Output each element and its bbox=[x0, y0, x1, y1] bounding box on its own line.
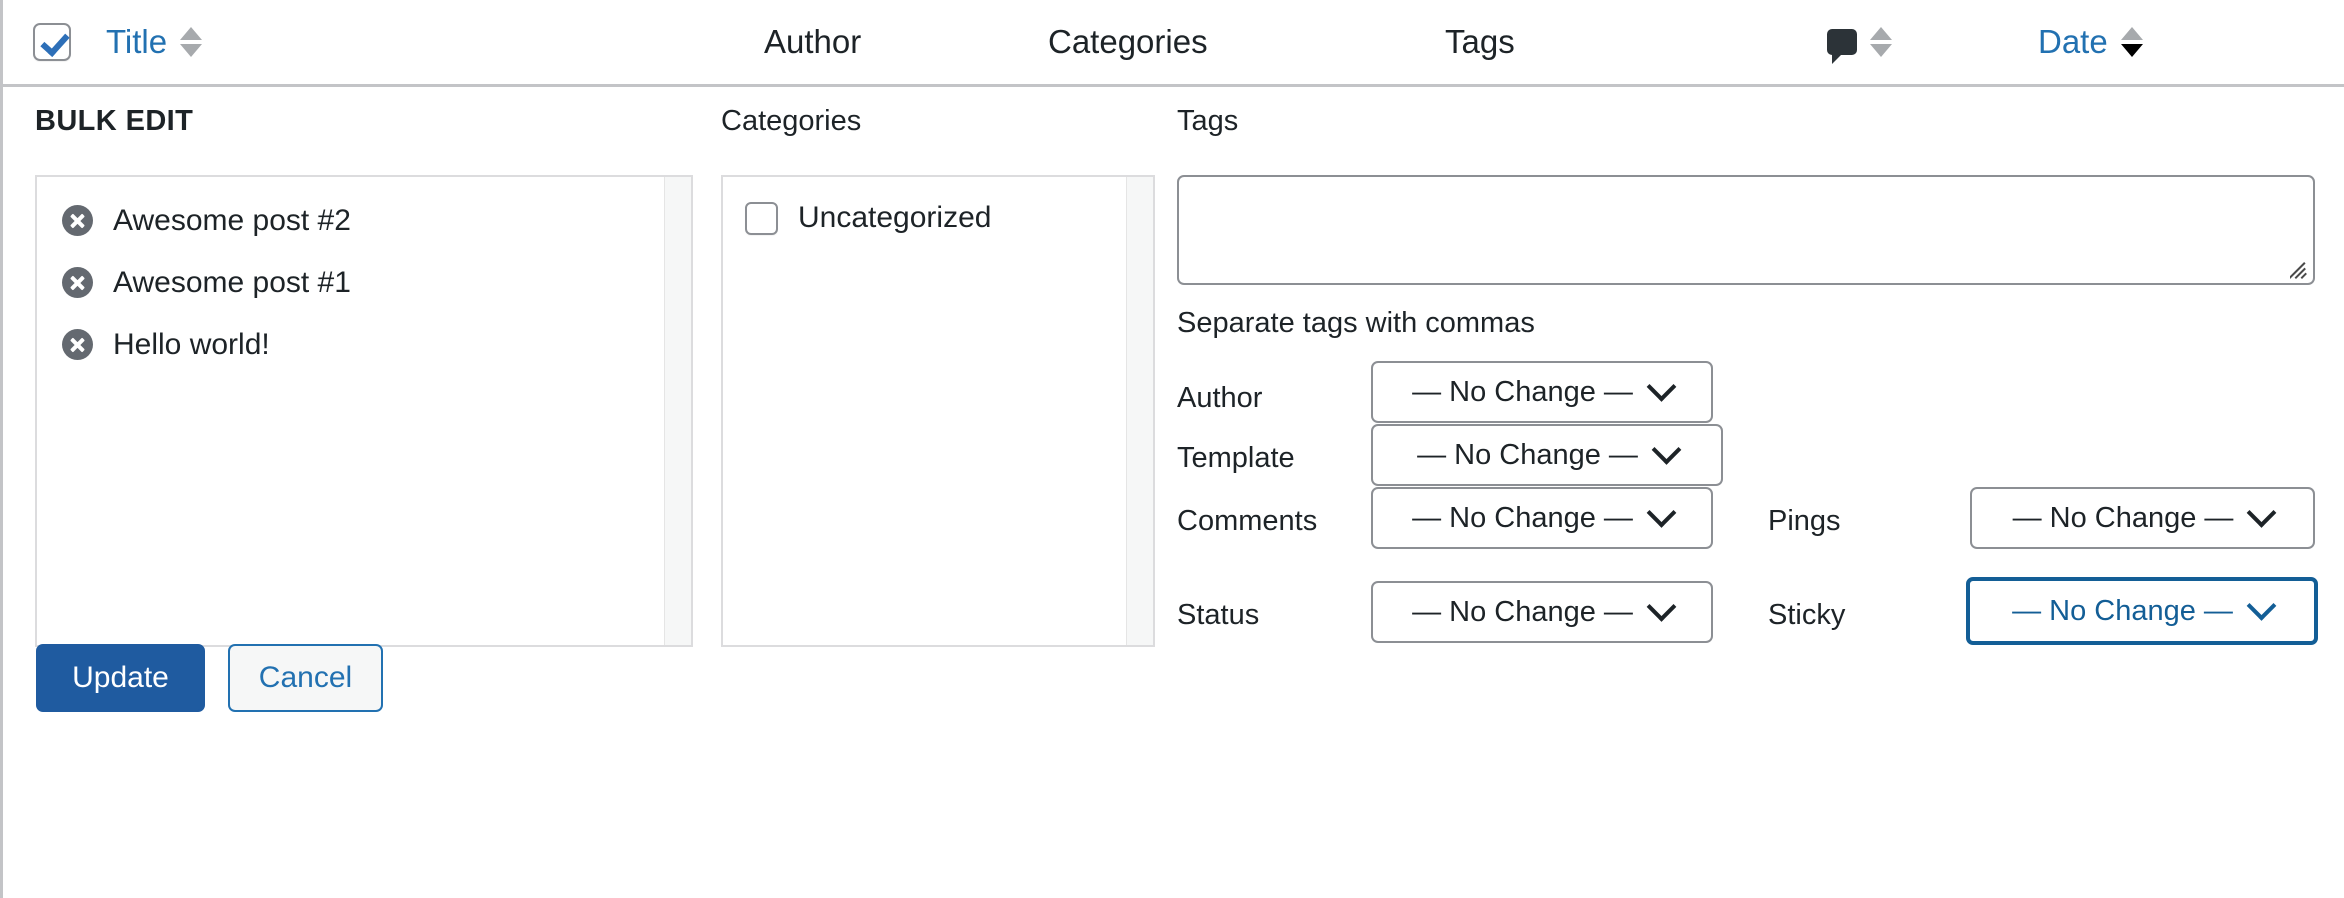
category-list: Uncategorized bbox=[723, 177, 1153, 235]
sticky-select-value: — No Change — bbox=[2012, 594, 2233, 627]
date-sort-arrows[interactable] bbox=[2120, 27, 2143, 57]
column-header-tags-label: Tags bbox=[1445, 23, 1515, 60]
column-header-tags: Tags bbox=[1445, 0, 1515, 84]
category-label: Uncategorized bbox=[798, 201, 992, 234]
chevron-down-icon bbox=[2246, 590, 2277, 621]
author-select-value: — No Change — bbox=[1412, 375, 1633, 408]
posts-table-header: Title Author Categories Tags Date bbox=[3, 0, 2344, 87]
author-select[interactable]: — No Change — bbox=[1371, 361, 1713, 423]
list-item: Awesome post #1 bbox=[37, 261, 691, 304]
title-sort-arrows[interactable] bbox=[180, 27, 203, 57]
post-title: Awesome post #2 bbox=[113, 203, 351, 237]
categories-section-label: Categories bbox=[721, 105, 862, 137]
column-header-title[interactable]: Title bbox=[106, 0, 203, 84]
bulk-edit-heading: BULK EDIT bbox=[35, 105, 194, 137]
pings-select[interactable]: — No Change — bbox=[1970, 487, 2315, 549]
bulk-edit-page: Title Author Categories Tags Date BULK E… bbox=[0, 0, 2344, 898]
sort-descending-icon[interactable] bbox=[1870, 44, 1892, 57]
chevron-down-icon bbox=[1651, 434, 1682, 465]
author-field-label: Author bbox=[1177, 382, 1263, 414]
post-title: Hello world! bbox=[113, 327, 270, 361]
tags-section-label: Tags bbox=[1177, 105, 1239, 137]
pings-select-value: — No Change — bbox=[2012, 501, 2234, 534]
category-checkbox-uncategorized[interactable] bbox=[745, 201, 778, 235]
post-title-list: Awesome post #2 Awesome post #1 Hello wo… bbox=[37, 177, 691, 366]
sort-ascending-icon[interactable] bbox=[2120, 27, 2143, 40]
select-all-column bbox=[33, 0, 71, 84]
cancel-button-label: Cancel bbox=[258, 661, 353, 694]
chevron-down-icon bbox=[1646, 591, 1677, 622]
sort-ascending-icon[interactable] bbox=[180, 27, 203, 40]
tags-helper-text: Separate tags with commas bbox=[1177, 307, 1535, 339]
remove-circle-icon[interactable] bbox=[62, 267, 93, 298]
status-field-label: Status bbox=[1177, 599, 1260, 631]
list-item: Awesome post #2 bbox=[37, 199, 691, 242]
column-header-author-label: Author bbox=[764, 23, 862, 60]
column-header-title-label[interactable]: Title bbox=[106, 23, 167, 61]
column-header-author: Author bbox=[764, 0, 861, 84]
sticky-field-label: Sticky bbox=[1768, 599, 1846, 631]
comment-bubble-icon bbox=[1827, 29, 1857, 64]
categories-scrollbar[interactable] bbox=[1126, 177, 1153, 645]
comments-sort-arrows[interactable] bbox=[1870, 27, 1892, 57]
column-header-date[interactable]: Date bbox=[2038, 0, 2143, 84]
status-select-value: — No Change — bbox=[1412, 595, 1633, 628]
sticky-select[interactable]: — No Change — bbox=[1966, 577, 2318, 645]
resize-handle-icon[interactable] bbox=[2290, 262, 2308, 280]
column-header-categories: Categories bbox=[1048, 0, 1208, 84]
post-list-scrollbar[interactable] bbox=[664, 177, 691, 645]
column-header-comments[interactable] bbox=[1827, 0, 1892, 84]
categories-checklist: Uncategorized bbox=[721, 175, 1155, 647]
bulk-edit-body: BULK EDIT Awesome post #2 Awesome post #… bbox=[3, 87, 2344, 898]
list-item[interactable]: Uncategorized bbox=[723, 201, 1153, 235]
list-item: Hello world! bbox=[37, 323, 691, 366]
cancel-button[interactable]: Cancel bbox=[228, 644, 383, 712]
select-all-checkbox[interactable] bbox=[33, 23, 71, 61]
tags-input[interactable] bbox=[1177, 175, 2315, 285]
chevron-down-icon bbox=[1646, 497, 1677, 528]
template-select-value: — No Change — bbox=[1417, 438, 1638, 471]
chevron-down-icon bbox=[2247, 497, 2277, 528]
chevron-down-icon bbox=[1646, 371, 1677, 402]
sort-descending-icon[interactable] bbox=[2120, 44, 2143, 57]
update-button[interactable]: Update bbox=[36, 644, 205, 712]
sort-descending-icon[interactable] bbox=[180, 44, 203, 57]
template-field-label: Template bbox=[1177, 442, 1295, 474]
post-title: Awesome post #1 bbox=[113, 265, 351, 299]
pings-field-label: Pings bbox=[1768, 505, 1841, 537]
comments-select[interactable]: — No Change — bbox=[1371, 487, 1713, 549]
remove-circle-icon[interactable] bbox=[62, 329, 93, 360]
bulk-edit-post-list: Awesome post #2 Awesome post #1 Hello wo… bbox=[35, 175, 693, 647]
column-header-categories-label: Categories bbox=[1048, 23, 1208, 60]
template-select[interactable]: — No Change — bbox=[1371, 424, 1723, 486]
sort-ascending-icon[interactable] bbox=[1870, 27, 1892, 40]
status-select[interactable]: — No Change — bbox=[1371, 581, 1713, 643]
remove-circle-icon[interactable] bbox=[62, 205, 93, 236]
update-button-label: Update bbox=[72, 661, 169, 694]
column-header-date-label[interactable]: Date bbox=[2038, 23, 2108, 61]
comments-select-value: — No Change — bbox=[1412, 501, 1633, 534]
comments-field-label: Comments bbox=[1177, 505, 1318, 537]
